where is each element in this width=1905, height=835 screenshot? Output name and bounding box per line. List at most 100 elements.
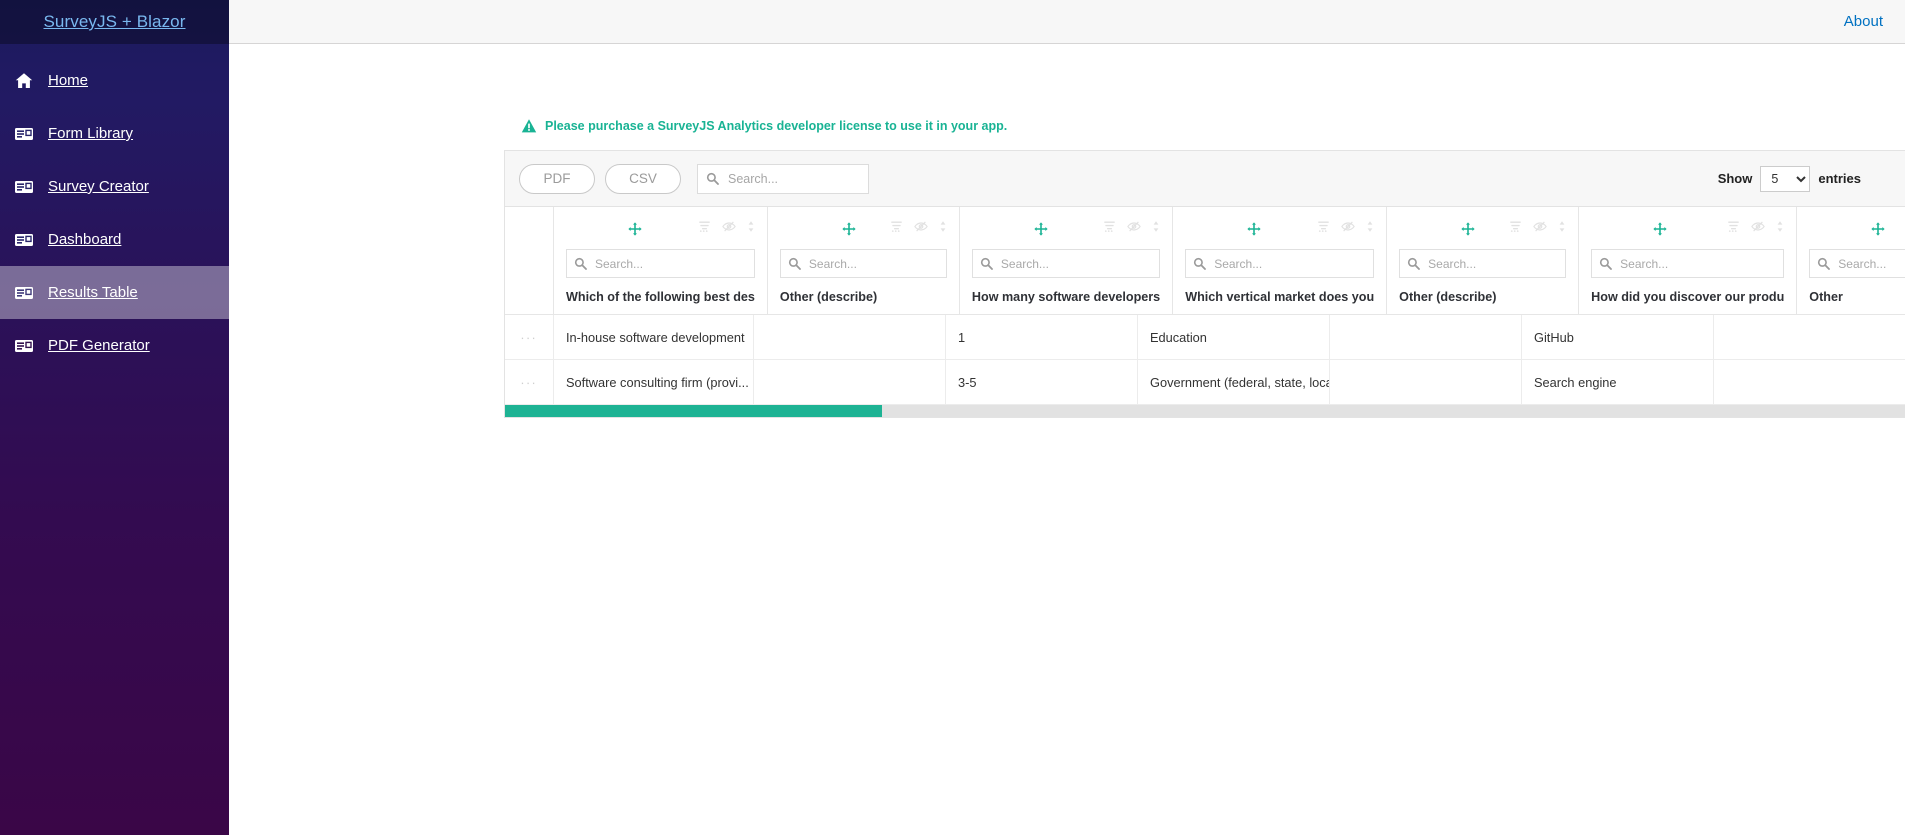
column-search [1399, 249, 1567, 278]
brand-link[interactable]: SurveyJS + Blazor [43, 12, 185, 32]
column-title: Which vertical market does you [1185, 290, 1375, 304]
sort-icon[interactable] [939, 220, 947, 238]
filter-icon[interactable] [698, 220, 711, 238]
column-search [971, 249, 1161, 278]
header-action-icons [1509, 220, 1566, 238]
column-title: Which of the following best des [566, 290, 755, 304]
drag-move-icon[interactable] [842, 222, 856, 236]
sidebar-item-label: Dashboard [48, 231, 122, 248]
header-icons [780, 219, 947, 239]
table-header-cell: Other [1797, 207, 1905, 314]
sidebar-item-dashboard[interactable]: Dashboard [0, 213, 229, 266]
table-row[interactable]: ∙∙∙ Software consulting firm (provi... 3… [505, 360, 1905, 405]
sidebar-item-home[interactable]: Home [0, 54, 229, 107]
sidebar-item-label: PDF Generator [48, 337, 150, 354]
drag-move-icon[interactable] [1871, 222, 1885, 236]
sort-icon[interactable] [1558, 220, 1566, 238]
sort-icon[interactable] [1366, 220, 1374, 238]
horizontal-scrollbar[interactable] [505, 405, 1905, 417]
column-title: Other [1809, 290, 1843, 304]
main-area: About Please purchase a SurveyJS Analyti… [229, 0, 1905, 835]
drag-move-icon[interactable] [1247, 222, 1261, 236]
column-search-input[interactable] [1399, 249, 1567, 278]
table-cell: Search engine [1522, 360, 1714, 404]
table-toolbar-right: Show 5 entries « ‹ 1 › » [1718, 165, 1905, 192]
app-root: SurveyJS + Blazor Home Form Library Surv… [0, 0, 1905, 835]
sidebar-item-survey-creator[interactable]: Survey Creator [0, 160, 229, 213]
drag-move-icon[interactable] [628, 222, 642, 236]
results-table-card: PDF CSV Show 5 entri [504, 150, 1905, 418]
filter-icon[interactable] [1727, 220, 1740, 238]
global-search-input[interactable] [697, 163, 869, 194]
table-cell [1714, 315, 1905, 359]
table-scroll-viewport: Which of the following best des [505, 207, 1905, 405]
hide-column-eye-icon[interactable] [1341, 220, 1355, 238]
header-icons [1185, 219, 1374, 239]
header-icons [1591, 219, 1784, 239]
table-cell: Education [1138, 315, 1330, 359]
column-search-input[interactable] [779, 249, 947, 278]
table-row[interactable]: ∙∙∙ In-house software development 1 Educ… [505, 315, 1905, 360]
column-title: How did you discover our produ [1591, 290, 1785, 304]
global-search [697, 163, 869, 194]
entries-per-page-select[interactable]: 5 [1760, 165, 1811, 192]
sidebar-item-label: Form Library [48, 125, 134, 142]
column-search-input[interactable] [1591, 249, 1785, 278]
column-search-input[interactable] [971, 249, 1161, 278]
hide-column-eye-icon[interactable] [914, 220, 928, 238]
header-icons [1399, 219, 1566, 239]
export-pdf-button[interactable]: PDF [519, 163, 595, 194]
row-actions-button[interactable]: ∙∙∙ [505, 315, 554, 359]
hide-column-eye-icon[interactable] [722, 220, 736, 238]
list-icon [14, 124, 34, 144]
column-search [1809, 249, 1905, 278]
sidebar-item-results-table[interactable]: Results Table [0, 266, 229, 319]
sort-icon[interactable] [1776, 220, 1784, 238]
column-search [566, 249, 755, 278]
table-toolbar: PDF CSV Show 5 entri [505, 151, 1905, 207]
column-search-input[interactable] [1185, 249, 1375, 278]
horizontal-scrollbar-thumb[interactable] [505, 405, 882, 417]
table-header-cell: Which vertical market does you [1173, 207, 1388, 314]
table-header-cell: How did you discover our produ [1579, 207, 1798, 314]
sidebar-item-label: Survey Creator [48, 178, 149, 195]
table-cell: Government (federal, state, local) [1138, 360, 1330, 404]
list-icon [14, 230, 34, 250]
hide-column-eye-icon[interactable] [1127, 220, 1141, 238]
row-actions-button[interactable]: ∙∙∙ [505, 360, 554, 404]
header-row-actions-cell [505, 207, 554, 314]
column-title: Other (describe) [1399, 290, 1497, 304]
home-icon [14, 71, 34, 91]
drag-move-icon[interactable] [1653, 222, 1667, 236]
column-search-input[interactable] [1809, 249, 1905, 278]
export-csv-button[interactable]: CSV [605, 163, 681, 194]
drag-move-icon[interactable] [1461, 222, 1475, 236]
table-cell [754, 315, 946, 359]
entries-label: entries [1818, 171, 1861, 186]
sidebar-item-pdf-generator[interactable]: PDF Generator [0, 319, 229, 372]
filter-icon[interactable] [890, 220, 903, 238]
column-search-input[interactable] [566, 249, 755, 278]
header-icons [972, 219, 1160, 239]
sidebar-item-form-library[interactable]: Form Library [0, 107, 229, 160]
sort-icon[interactable] [1152, 220, 1160, 238]
table-header-cell: Other (describe) [1387, 207, 1580, 314]
column-title: Other (describe) [779, 290, 878, 304]
hide-column-eye-icon[interactable] [1751, 220, 1766, 238]
table-cell: Software consulting firm (provi... [554, 360, 754, 404]
table-header-row: Which of the following best des [505, 207, 1905, 315]
sort-icon[interactable] [747, 220, 755, 238]
filter-icon[interactable] [1509, 220, 1522, 238]
header-action-icons [1317, 220, 1374, 238]
drag-move-icon[interactable] [1034, 222, 1048, 236]
filter-icon[interactable] [1103, 220, 1116, 238]
hide-column-eye-icon[interactable] [1533, 220, 1547, 238]
table-cell [1330, 315, 1522, 359]
about-link[interactable]: About [1844, 13, 1883, 30]
header-icons [1809, 219, 1905, 239]
table-cell: In-house software development [554, 315, 754, 359]
header-action-icons [1103, 220, 1160, 238]
filter-icon[interactable] [1317, 220, 1330, 238]
license-notice: Please purchase a SurveyJS Analytics dev… [521, 118, 1007, 134]
column-search [1185, 249, 1375, 278]
